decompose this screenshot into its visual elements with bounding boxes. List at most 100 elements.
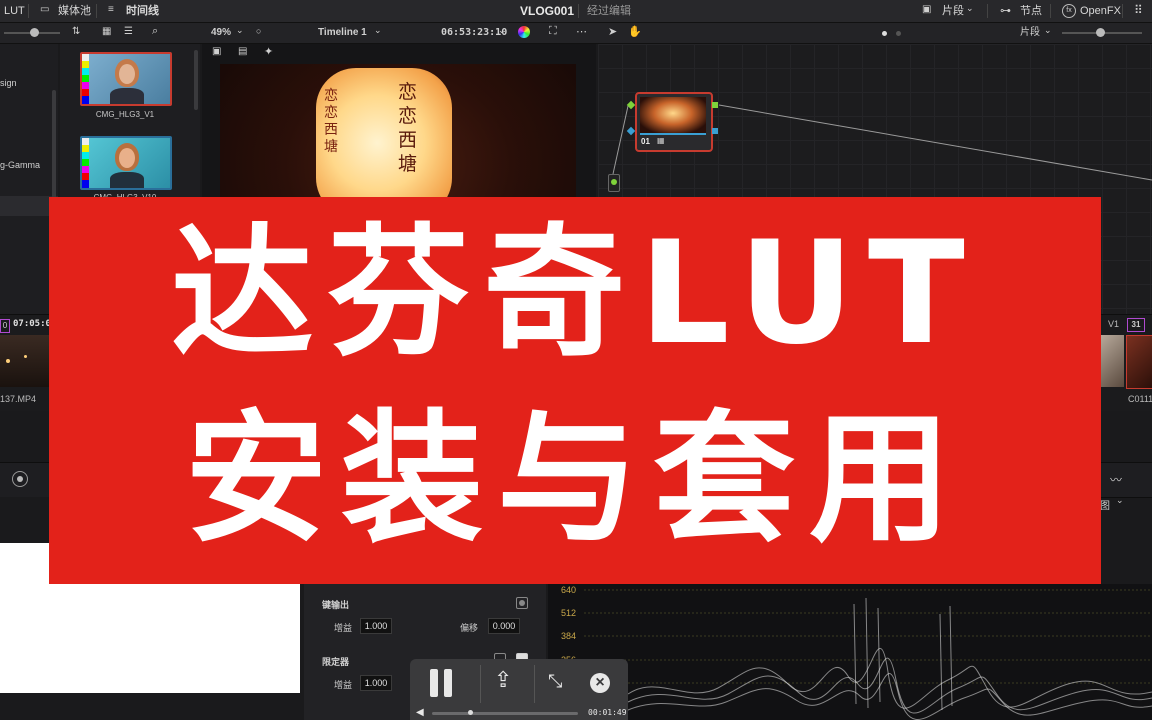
hand-icon[interactable]: ✋ bbox=[628, 25, 642, 38]
lantern-text: 恋恋西塘 bbox=[324, 88, 338, 155]
grid-icon[interactable]: ⠿ bbox=[1134, 3, 1143, 17]
key-output-label: 键输出 bbox=[322, 600, 350, 610]
key-output-reset[interactable] bbox=[516, 597, 528, 609]
clip-number: 0 bbox=[0, 319, 10, 333]
reset-dot bbox=[519, 600, 525, 606]
chevron-down-icon: ⌄ bbox=[1116, 495, 1124, 505]
divider bbox=[987, 4, 988, 18]
portrait-body bbox=[110, 88, 144, 104]
still-caption: CMG_HLG3_V1 bbox=[95, 110, 155, 119]
timeline-tab[interactable]: 时间线 bbox=[126, 0, 159, 22]
viewer-mode-icon[interactable]: ▣ bbox=[212, 46, 221, 57]
offset-label: 偏移 bbox=[460, 623, 479, 633]
edit-status: 经过编辑 bbox=[587, 5, 631, 17]
list-view-icon[interactable]: ☰ bbox=[124, 26, 133, 37]
sort-icon[interactable]: ⇅ bbox=[72, 26, 80, 37]
pause-icon[interactable] bbox=[430, 669, 438, 697]
scrollbar[interactable] bbox=[194, 50, 198, 110]
connection-line bbox=[718, 104, 1152, 181]
collapse-icon[interactable]: ⤡ bbox=[548, 671, 562, 692]
portrait-face bbox=[119, 148, 135, 168]
lut-item[interactable]: sign bbox=[0, 78, 17, 88]
split-view-icon[interactable]: ▤ bbox=[238, 46, 247, 57]
timeline-name[interactable]: Timeline 1 bbox=[318, 23, 367, 43]
color-bars bbox=[82, 54, 89, 104]
track-label: V1 bbox=[1108, 319, 1120, 329]
nodes-icon: ⊶ bbox=[1000, 5, 1011, 17]
grid-view-icon[interactable]: ▦ bbox=[102, 26, 111, 37]
slider-handle[interactable] bbox=[30, 28, 39, 37]
offset-field[interactable]: 0.000 bbox=[488, 618, 520, 634]
divider bbox=[1122, 4, 1123, 18]
pointer-icon[interactable]: ➤ bbox=[608, 25, 617, 38]
divider bbox=[578, 4, 579, 18]
chevron-down-icon: ⌄ bbox=[966, 3, 974, 13]
viewer-toolbar: ⇅ ▦ ☰ ⌕ 49% ⌄ ○ Timeline 1 ⌄ 06:53:23:10… bbox=[0, 23, 1152, 44]
clip-thumbnail[interactable] bbox=[0, 335, 50, 387]
divider bbox=[28, 4, 29, 18]
waveform-scope: 640 512 384 256 bbox=[548, 584, 1152, 720]
scope-view-label[interactable]: 图 bbox=[1100, 497, 1110, 512]
gallery-still[interactable] bbox=[80, 52, 172, 106]
scope-icon[interactable]: 〰 bbox=[1110, 471, 1122, 488]
lantern-text: 恋恋西塘 bbox=[398, 81, 418, 175]
progress-bar[interactable] bbox=[432, 712, 578, 715]
chevron-down-icon: ⌄ bbox=[1044, 25, 1052, 35]
chevron-down-icon: ⌄ bbox=[374, 25, 382, 35]
slider-handle[interactable] bbox=[1096, 28, 1105, 37]
more-icon[interactable]: ⋯ bbox=[576, 25, 587, 38]
page-dot bbox=[882, 31, 887, 36]
top-toolbar: LUT ▭ 媒体池 ≡ 时间线 VLOG001 经过编辑 ▣ 片段 ⌄ ⊶ 节点… bbox=[0, 0, 1152, 23]
waveform-graph bbox=[584, 589, 1152, 720]
portrait-body bbox=[110, 172, 144, 188]
target-icon[interactable] bbox=[12, 471, 28, 487]
portrait-face bbox=[119, 64, 135, 84]
pause-icon[interactable] bbox=[444, 669, 452, 697]
clips-icon: ▣ bbox=[922, 4, 932, 15]
lut-tab[interactable]: LUT bbox=[4, 0, 25, 22]
title-banner: 达芬奇LUT 安装与套用 bbox=[49, 197, 1101, 584]
fx-icon: fx bbox=[1062, 4, 1076, 18]
color-wheel-icon[interactable] bbox=[518, 26, 530, 38]
share-icon[interactable]: ⇪ bbox=[494, 667, 512, 693]
divider bbox=[96, 4, 97, 18]
close-icon[interactable]: × bbox=[590, 673, 610, 693]
floating-player: ⇪ ⤡ × ◀ 00:01:49 bbox=[410, 659, 628, 720]
chevron-down-icon: ⌄ bbox=[498, 25, 506, 35]
clips-dropdown[interactable]: 片段 bbox=[1020, 23, 1040, 43]
clip-number: 31 bbox=[1127, 318, 1145, 332]
volume-icon[interactable]: ◀ bbox=[416, 707, 424, 718]
wand-icon[interactable]: ✦ bbox=[264, 45, 273, 58]
gain-field[interactable]: 1.000 bbox=[360, 618, 392, 634]
search-icon[interactable]: ⌕ bbox=[152, 25, 158, 38]
lut-item[interactable]: g-Gamma bbox=[0, 160, 40, 170]
divider bbox=[480, 665, 481, 703]
zoom-level[interactable]: 49% bbox=[211, 23, 231, 43]
divider bbox=[1050, 4, 1051, 18]
chevron-down-icon: ⌄ bbox=[236, 25, 244, 35]
banner-title-line1: 达芬奇LUT bbox=[171, 211, 979, 376]
project-title: VLOG001 bbox=[520, 4, 575, 18]
timeline-icon: ≡ bbox=[108, 4, 114, 15]
clips-menu[interactable]: 片段 bbox=[942, 0, 964, 22]
clip-thumbnail[interactable] bbox=[1100, 335, 1124, 387]
expand-icon[interactable]: ⛶ bbox=[549, 25, 557, 38]
media-pool-icon: ▭ bbox=[40, 4, 50, 15]
connection-line bbox=[612, 105, 629, 175]
circle-icon[interactable]: ○ bbox=[256, 26, 261, 36]
nodes-tab[interactable]: 节点 bbox=[1020, 0, 1042, 22]
divider bbox=[534, 665, 535, 703]
playback-time: 00:01:49 bbox=[588, 708, 627, 717]
page-dot bbox=[896, 31, 901, 36]
progress-handle[interactable] bbox=[468, 710, 473, 715]
openfx-tab[interactable]: OpenFX bbox=[1080, 0, 1121, 22]
clip-thumbnail[interactable] bbox=[1126, 335, 1152, 389]
light-spot bbox=[6, 359, 10, 363]
color-bars bbox=[82, 138, 89, 188]
clip-filename: C0111 bbox=[1128, 394, 1152, 404]
clip-filename: 137.MP4 bbox=[0, 394, 37, 404]
scrollbar[interactable] bbox=[52, 90, 56, 200]
gallery-still[interactable] bbox=[80, 136, 172, 190]
media-pool-tab[interactable]: 媒体池 bbox=[58, 0, 91, 22]
gain2-field[interactable]: 1.000 bbox=[360, 675, 392, 691]
